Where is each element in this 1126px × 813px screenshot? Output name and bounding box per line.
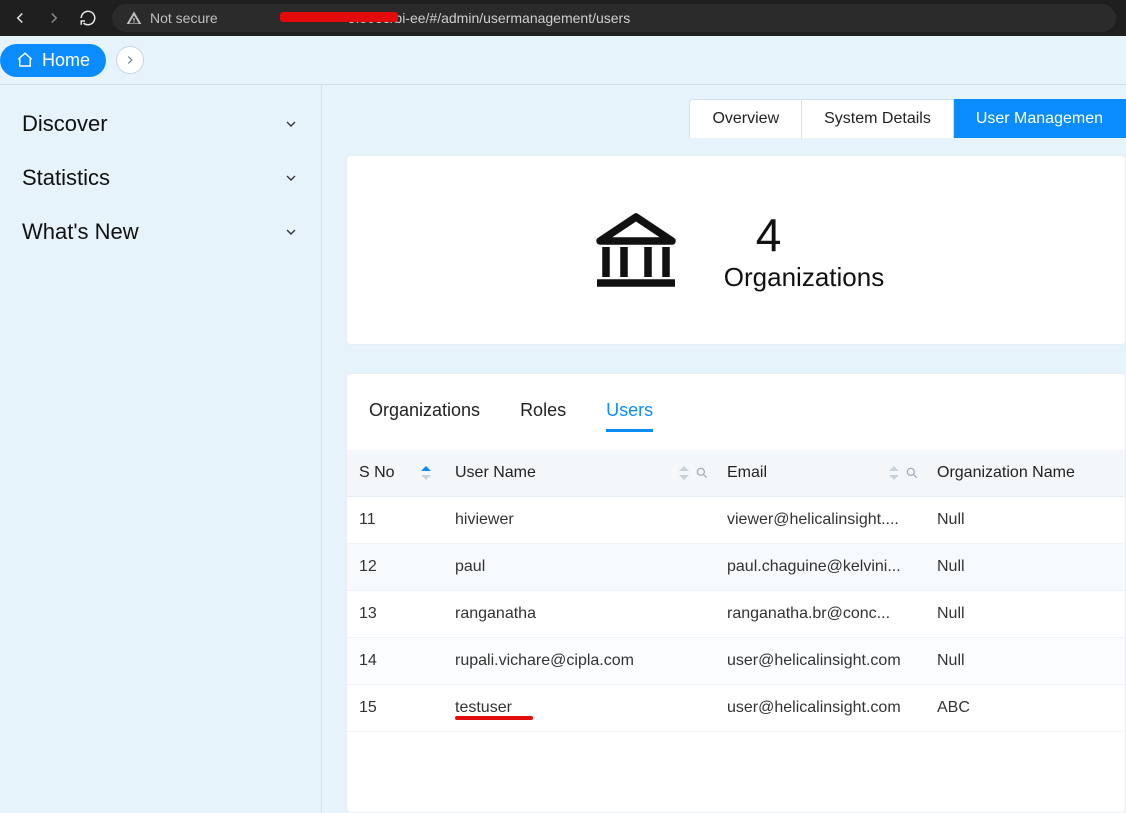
cell-user-name: ranganatha [443, 591, 715, 638]
browser-nav [10, 8, 98, 28]
organizations-label: Organizations [724, 262, 884, 293]
tab-overview[interactable]: Overview [689, 99, 802, 138]
main-panel: Overview System Details User Managemen 4… [322, 84, 1126, 813]
table-row[interactable]: 15 testuser user@helicalinsight.com ABC [347, 685, 1125, 732]
table-row[interactable]: 12 paul paul.chaguine@kelvini... Null [347, 544, 1125, 591]
breadcrumb: Home [0, 36, 144, 84]
cell-email: viewer@helicalinsight.... [715, 497, 925, 544]
forward-icon[interactable] [44, 8, 64, 28]
top-tabs: Overview System Details User Managemen [689, 99, 1126, 138]
tab-system-details[interactable]: System Details [802, 99, 954, 138]
sidebar-item-whats-new[interactable]: What's New [0, 205, 321, 259]
cell-org: Null [925, 497, 1125, 544]
cell-email: ranganatha.br@conc... [715, 591, 925, 638]
cell-user-name: hiviewer [443, 497, 715, 544]
cell-user-name: rupali.vichare@cipla.com [443, 638, 715, 685]
cell-org: ABC [925, 685, 1125, 732]
sidebar-item-discover[interactable]: Discover [0, 97, 321, 151]
cell-sno: 11 [347, 497, 443, 544]
cell-user-name: testuser [443, 685, 715, 732]
not-secure-label: Not secure [150, 10, 218, 26]
app: Home Discover Statistics What's New [0, 36, 1126, 813]
users-card: Organizations Roles Users S No User [346, 373, 1126, 813]
cell-org: Null [925, 638, 1125, 685]
sort-icon[interactable] [889, 466, 899, 480]
th-label: S No [359, 464, 395, 481]
redaction-mark [280, 12, 398, 22]
subtab-roles[interactable]: Roles [520, 392, 566, 432]
th-label: Email [727, 464, 767, 481]
subtab-users[interactable]: Users [606, 392, 653, 432]
cell-sno: 14 [347, 638, 443, 685]
highlighted-user: testuser [455, 699, 512, 716]
sidebar-item-statistics[interactable]: Statistics [0, 151, 321, 205]
cell-org: Null [925, 591, 1125, 638]
home-label: Home [42, 50, 90, 71]
reload-icon[interactable] [78, 8, 98, 28]
sidebar-item-label: Discover [22, 111, 108, 137]
home-button[interactable]: Home [0, 44, 106, 77]
cell-sno: 12 [347, 544, 443, 591]
users-table: S No User Name [347, 450, 1125, 732]
cell-email: paul.chaguine@kelvini... [715, 544, 925, 591]
sort-icon[interactable] [421, 466, 431, 480]
table-row[interactable]: 13 ranganatha ranganatha.br@conc... Null [347, 591, 1125, 638]
sidebar-item-label: Statistics [22, 165, 110, 191]
table-row[interactable]: 11 hiviewer viewer@helicalinsight.... Nu… [347, 497, 1125, 544]
sub-tabs: Organizations Roles Users [347, 392, 1125, 432]
cell-email: user@helicalinsight.com [715, 685, 925, 732]
cell-org: Null [925, 544, 1125, 591]
chevron-down-icon [283, 224, 299, 240]
sidebar-item-label: What's New [22, 219, 139, 245]
chevron-down-icon [283, 116, 299, 132]
back-icon[interactable] [10, 8, 30, 28]
th-email[interactable]: Email [715, 450, 925, 497]
cell-sno: 13 [347, 591, 443, 638]
th-user-name[interactable]: User Name [443, 450, 715, 497]
warning-icon [126, 10, 142, 26]
th-sno[interactable]: S No [347, 450, 443, 497]
organizations-count: 4 [756, 208, 782, 262]
table-row[interactable]: 14 rupali.vichare@cipla.com user@helical… [347, 638, 1125, 685]
subtab-organizations[interactable]: Organizations [369, 392, 480, 432]
sidebar: Discover Statistics What's New [0, 84, 322, 813]
tab-user-management[interactable]: User Managemen [954, 99, 1126, 138]
search-icon[interactable] [695, 466, 709, 480]
cell-user-name: paul [443, 544, 715, 591]
cell-sno: 15 [347, 685, 443, 732]
search-icon[interactable] [905, 466, 919, 480]
sort-icon[interactable] [679, 466, 689, 480]
address-bar[interactable]: Not secure 5:8085/bi-ee/#/admin/usermana… [112, 4, 1116, 32]
breadcrumb-chevron-icon[interactable] [116, 46, 144, 74]
home-icon [16, 51, 34, 69]
th-organization-name[interactable]: Organization Name [925, 450, 1125, 497]
th-label: User Name [455, 464, 536, 481]
organization-icon [588, 202, 684, 298]
cell-email: user@helicalinsight.com [715, 638, 925, 685]
th-label: Organization Name [937, 464, 1075, 481]
organizations-card: 4 Organizations [346, 155, 1126, 345]
browser-bar: Not secure 5:8085/bi-ee/#/admin/usermana… [0, 0, 1126, 36]
chevron-down-icon [283, 170, 299, 186]
